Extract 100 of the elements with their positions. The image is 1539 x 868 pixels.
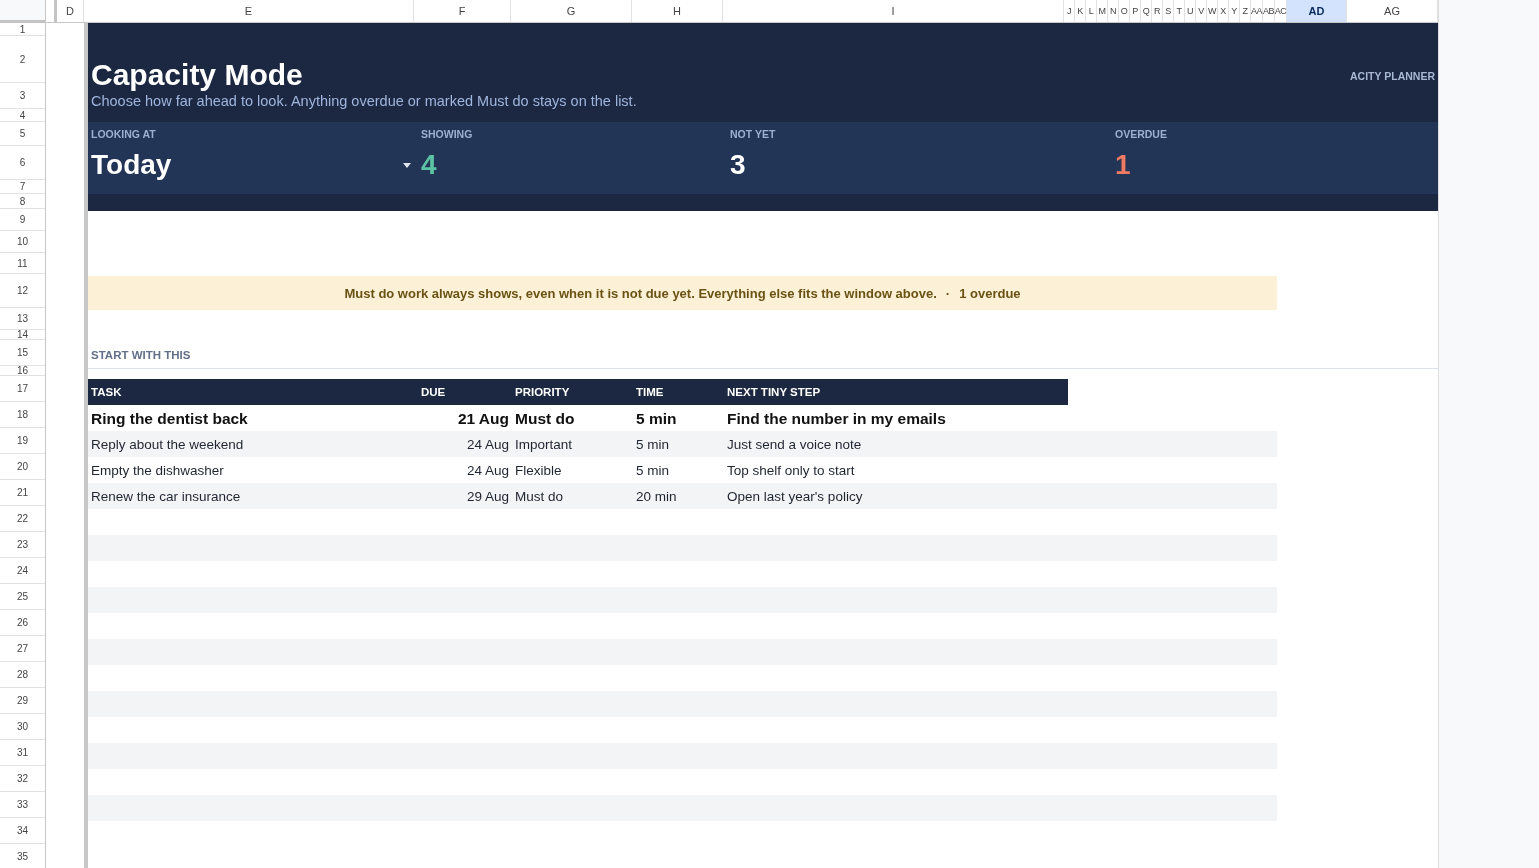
row-number[interactable]: 3	[0, 83, 45, 109]
column-header[interactable]: AA	[1251, 0, 1263, 22]
column-header[interactable]: Q	[1141, 0, 1152, 22]
task-name: Reply about the weekend	[90, 437, 245, 452]
row-number[interactable]: 24	[0, 558, 45, 584]
row-number[interactable]: 22	[0, 506, 45, 532]
priority: Important	[514, 437, 574, 452]
column-header[interactable]: D	[57, 0, 84, 22]
row-number[interactable]: 4	[0, 109, 45, 122]
row-number[interactable]: 6	[0, 146, 45, 180]
page-title: Capacity Mode	[91, 58, 304, 92]
row-number[interactable]: 16	[0, 366, 45, 376]
row-number[interactable]: 30	[0, 714, 45, 740]
notice-text: Must do work always shows, even when it is not due yet. Everything else fits the window above.	[344, 285, 937, 301]
separator-dot: ·	[945, 285, 951, 301]
column-header[interactable]: N	[1108, 0, 1119, 22]
row-number[interactable]: 32	[0, 766, 45, 792]
stat-value: Today	[91, 148, 172, 182]
column-header[interactable]: R	[1152, 0, 1163, 22]
next-step: Top shelf only to start	[724, 463, 1064, 478]
row-number[interactable]: 23	[0, 532, 45, 558]
stat-value: 4	[421, 148, 437, 182]
row-number[interactable]: 33	[0, 792, 45, 818]
column-heading: NEXT TINY STEP	[726, 386, 822, 398]
stat-label: OVERDUE	[1115, 128, 1168, 142]
priority: Must do	[514, 409, 576, 428]
priority: Flexible	[514, 463, 563, 478]
column-header[interactable]: Y	[1229, 0, 1240, 22]
time-estimate: 20 min	[635, 489, 678, 504]
column-header[interactable]: AB	[1263, 0, 1275, 22]
column-header[interactable]: M	[1097, 0, 1108, 22]
row-number[interactable]: 28	[0, 662, 45, 688]
column-header[interactable]: V	[1196, 0, 1207, 22]
row-number[interactable]: 21	[0, 480, 45, 506]
row-number[interactable]: 5	[0, 122, 45, 146]
page-subtitle: Choose how far ahead to look. Anything overdue or marked Must do stays on the list.	[91, 93, 637, 109]
column-header[interactable]: U	[1185, 0, 1196, 22]
time-estimate: 5 min	[635, 463, 670, 478]
priority: Must do	[514, 489, 565, 504]
column-heading: TASK	[90, 386, 123, 398]
column-heading: PRIORITY	[514, 386, 571, 398]
row-number[interactable]: 11	[0, 253, 45, 274]
stat-label: LOOKING AT	[91, 128, 157, 142]
column-header[interactable]: S	[1163, 0, 1174, 22]
task-row[interactable]: Empty the dishwasher 24 Aug Flexible 5 min Top shelf only to start	[88, 457, 1277, 483]
task-row[interactable]: Ring the dentist back 21 Aug Must do 5 min Find the number in my emails	[88, 405, 1277, 431]
column-header[interactable]: P	[1130, 0, 1141, 22]
column-heading: DUE	[420, 386, 447, 398]
column-header[interactable]: Z	[1240, 0, 1251, 22]
row-number[interactable]: 12	[0, 274, 45, 308]
column-header[interactable]: AD	[1287, 0, 1347, 22]
row-number[interactable]: 8	[0, 194, 45, 209]
row-number[interactable]: 17	[0, 376, 45, 402]
next-step: Just send a voice note	[724, 437, 1064, 452]
stat-label: NOT YET	[730, 128, 777, 142]
row-number[interactable]: 25	[0, 584, 45, 610]
row-number[interactable]: 2	[0, 36, 45, 83]
next-step: Open last year's policy	[724, 489, 1064, 504]
column-header[interactable]: X	[1218, 0, 1229, 22]
task-name: Ring the dentist back	[90, 409, 249, 428]
row-number[interactable]: 13	[0, 308, 45, 330]
task-row[interactable]: Reply about the weekend 24 Aug Important 5 min Just send a voice note	[88, 431, 1277, 457]
column-header[interactable]: J	[1064, 0, 1075, 22]
app-tag: ACITY PLANNER	[1350, 70, 1435, 82]
column-header[interactable]: F	[414, 0, 511, 22]
row-number[interactable]: 10	[0, 231, 45, 253]
column-header[interactable]: G	[511, 0, 632, 22]
row-number[interactable]: 7	[0, 180, 45, 194]
row-number[interactable]: 15	[0, 340, 45, 366]
dropdown-caret-icon[interactable]	[403, 162, 411, 168]
row-number[interactable]: 27	[0, 636, 45, 662]
task-row[interactable]: Renew the car insurance 29 Aug Must do 20 min Open last year's policy	[88, 483, 1277, 509]
row-number[interactable]: 19	[0, 428, 45, 454]
row-number[interactable]: 1	[0, 23, 45, 36]
due-date: 24 Aug	[465, 437, 510, 452]
column-header[interactable]: T	[1174, 0, 1185, 22]
column-header[interactable]: H	[632, 0, 723, 22]
due-date: 21 Aug	[456, 409, 510, 428]
row-number[interactable]: 31	[0, 740, 45, 766]
column-header[interactable]: K	[1075, 0, 1086, 22]
column-header[interactable]: I	[723, 0, 1064, 22]
stat-value: 3	[730, 148, 746, 182]
column-header[interactable]: E	[84, 0, 414, 22]
column-header[interactable]: W	[1207, 0, 1218, 22]
row-number[interactable]: 26	[0, 610, 45, 636]
row-number[interactable]: 35	[0, 844, 45, 868]
row-number[interactable]: 34	[0, 818, 45, 844]
time-estimate: 5 min	[635, 409, 678, 428]
due-date: 24 Aug	[465, 463, 510, 478]
overdue-count: 1 overdue	[959, 285, 1021, 301]
column-header[interactable]: L	[1086, 0, 1097, 22]
next-step: Find the number in my emails	[724, 409, 1064, 428]
row-number[interactable]: 20	[0, 454, 45, 480]
section-title: START WITH THIS	[91, 349, 191, 361]
task-name: Renew the car insurance	[90, 489, 242, 504]
column-header[interactable]: O	[1119, 0, 1130, 22]
row-number[interactable]: 18	[0, 402, 45, 428]
row-number[interactable]: 29	[0, 688, 45, 714]
row-number[interactable]: 14	[0, 330, 45, 340]
row-number[interactable]: 9	[0, 209, 45, 231]
